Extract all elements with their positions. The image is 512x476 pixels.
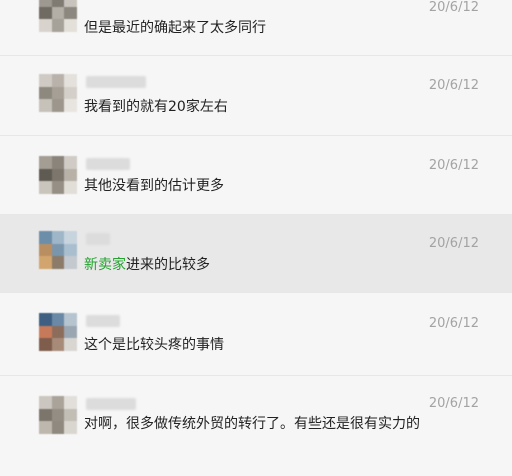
avatar[interactable] — [39, 74, 77, 112]
message-item[interactable]: 20/6/12 其他没看到的估计更多 — [0, 136, 512, 215]
message-item-selected[interactable]: 20/6/12 新卖家进来的比较多 — [0, 215, 512, 293]
sender-name-blurred — [86, 158, 130, 170]
sender-name-blurred — [86, 76, 146, 88]
sender-name-blurred — [86, 315, 120, 327]
chat-message-list[interactable]: 20/6/12 但是最近的确起来了太多同行 20/6/12 我看到的就有20家左… — [0, 0, 512, 465]
message-text-rest: 进来的比较多 — [126, 257, 210, 273]
message-highlight-text: 新卖家 — [84, 257, 126, 273]
message-text: 新卖家进来的比较多 — [84, 255, 424, 275]
avatar[interactable] — [39, 231, 77, 269]
message-text: 但是最近的确起来了太多同行 — [84, 20, 266, 36]
avatar[interactable] — [39, 156, 77, 194]
sender-name-blurred — [86, 398, 136, 410]
avatar[interactable] — [39, 0, 77, 32]
message-timestamp: 20/6/12 — [428, 158, 479, 173]
message-item[interactable]: 20/6/12 但是最近的确起来了太多同行 — [0, 0, 512, 56]
message-item[interactable]: 20/6/12 对啊，很多做传统外贸的转行了。有些还是很有实力的 — [0, 376, 512, 476]
message-timestamp: 20/6/12 — [428, 316, 479, 331]
message-item[interactable]: 20/6/12 我看到的就有20家左右 — [0, 56, 512, 136]
avatar[interactable] — [39, 313, 77, 351]
message-text: 这个是比较头疼的事情 — [84, 337, 224, 353]
message-timestamp: 20/6/12 — [428, 236, 479, 251]
message-text: 其他没看到的估计更多 — [84, 178, 224, 194]
message-text: 我看到的就有20家左右 — [84, 99, 228, 115]
message-timestamp: 20/6/12 — [428, 78, 479, 93]
avatar[interactable] — [39, 396, 77, 434]
sender-name-blurred — [86, 233, 110, 245]
message-timestamp: 20/6/12 — [428, 396, 479, 411]
message-text: 对啊，很多做传统外贸的转行了。有些还是很有实力的 — [84, 416, 420, 432]
message-timestamp: 20/6/12 — [428, 0, 479, 15]
message-item[interactable]: 20/6/12 这个是比较头疼的事情 — [0, 293, 512, 376]
